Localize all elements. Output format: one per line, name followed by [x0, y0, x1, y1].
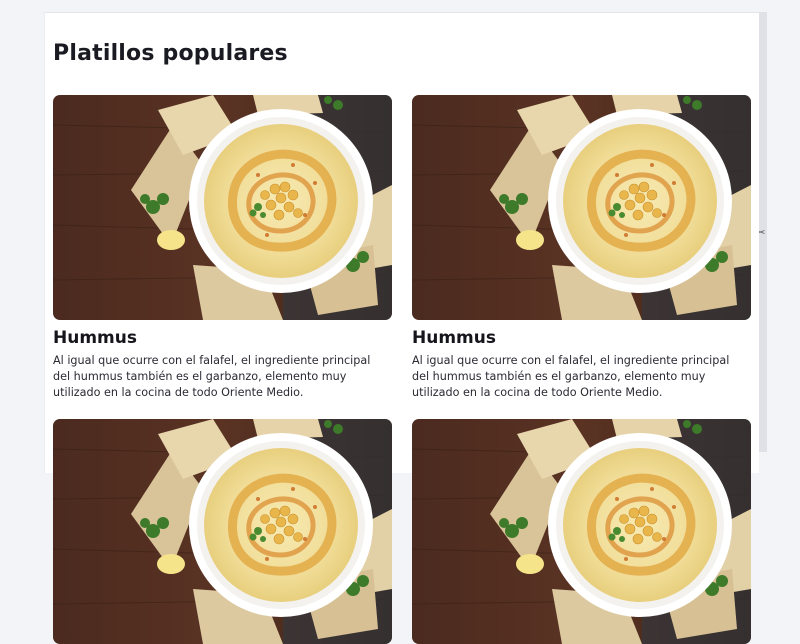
dish-card-description: Al igual que ocurre con el falafel, el i… — [53, 354, 371, 399]
hummus-photo — [53, 419, 392, 644]
dish-card-4[interactable] — [412, 419, 751, 644]
dish-card-title: Hummus — [412, 328, 496, 348]
dish-card-title: Hummus — [53, 328, 137, 348]
hummus-photo — [412, 419, 751, 644]
dish-card-description: Al igual que ocurre con el falafel, el i… — [412, 354, 730, 399]
page-title: Platillos populares — [53, 41, 288, 66]
hummus-photo — [53, 95, 392, 320]
dish-card-2[interactable]: Hummus Al igual que ocurre con el falafe… — [412, 95, 751, 399]
dish-card-1[interactable]: Hummus Al igual que ocurre con el falafe… — [53, 95, 392, 399]
content-page: Platillos populares Hummus Al igual que … — [44, 12, 759, 473]
dish-card-3[interactable] — [53, 419, 392, 644]
hummus-photo — [412, 95, 751, 320]
